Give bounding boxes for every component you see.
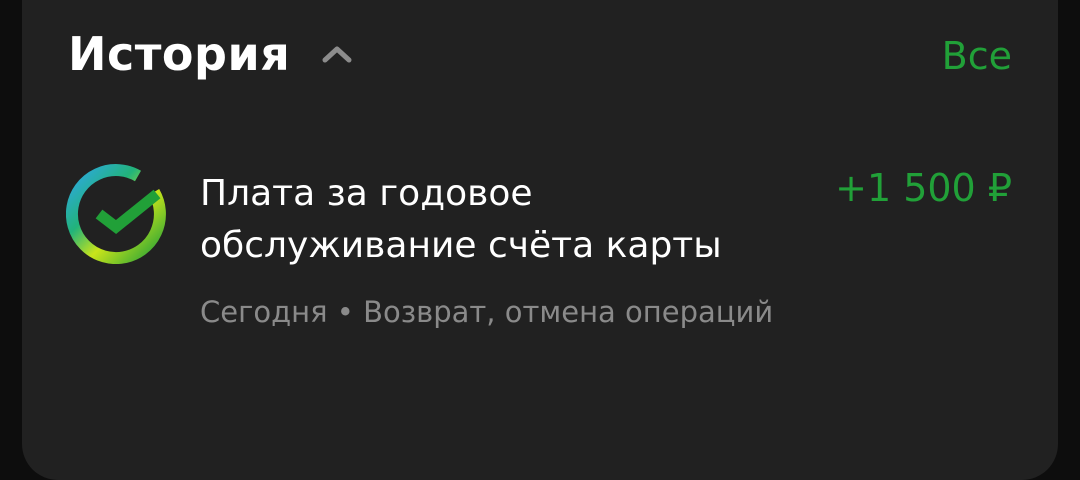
history-title: История bbox=[68, 27, 291, 81]
operation-amount: +1 500 ₽ bbox=[835, 166, 1012, 210]
all-history-link[interactable]: Все bbox=[942, 34, 1012, 78]
operation-meta: Сегодня • Возврат, отмена операций bbox=[200, 286, 800, 338]
sberbank-logo-icon bbox=[65, 164, 166, 265]
history-header: История bbox=[68, 22, 354, 86]
meta-separator: • bbox=[336, 295, 354, 329]
operation-date: Сегодня bbox=[200, 295, 328, 329]
operation-details: Плата за годовое обслуживание счёта карт… bbox=[200, 168, 800, 338]
operation-category: Возврат, отмена операций bbox=[363, 295, 774, 329]
operation-row[interactable]: Плата за годовое обслуживание счёта карт… bbox=[62, 160, 1012, 380]
operation-title: Плата за годовое обслуживание счёта карт… bbox=[200, 173, 722, 266]
chevron-up-icon[interactable] bbox=[320, 37, 354, 71]
